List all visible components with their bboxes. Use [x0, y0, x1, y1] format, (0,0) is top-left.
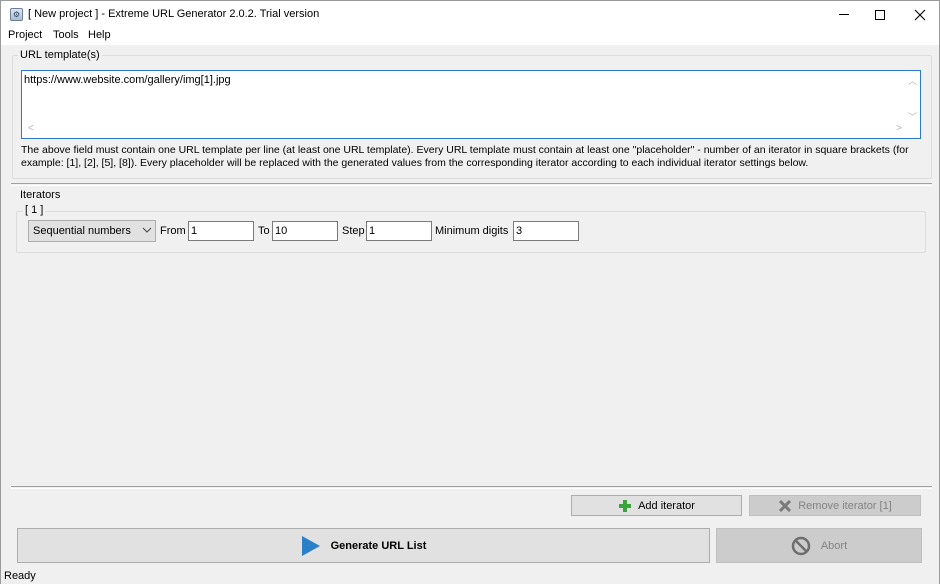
remove-x-icon: [778, 499, 792, 513]
scroll-up-icon[interactable]: ︿: [908, 74, 917, 87]
maximize-icon: [875, 9, 885, 20]
to-label: To: [258, 225, 270, 237]
generate-url-list-label: Generate URL List: [330, 539, 427, 552]
horizontal-scrollbar[interactable]: < >: [23, 123, 905, 137]
menu-tools[interactable]: Tools: [53, 29, 79, 41]
from-input[interactable]: [188, 221, 254, 241]
iterator-type-select[interactable]: Sequential numbers: [28, 220, 156, 242]
plus-icon: [618, 499, 632, 513]
minimum-digits-label: Minimum digits: [435, 225, 509, 237]
status-text: Ready: [4, 570, 36, 582]
url-templates-label: URL template(s): [18, 49, 102, 61]
bottom-divider: [11, 486, 932, 489]
menu-bar: Project Tools Help: [1, 28, 939, 45]
step-label: Step: [342, 225, 365, 237]
url-templates-help-text: The above field must contain one URL tem…: [21, 144, 909, 169]
app-window: ⚙ [ New project ] - Extreme URL Generato…: [0, 0, 940, 584]
abort-icon: [791, 536, 811, 556]
iterators-label: Iterators: [20, 189, 61, 201]
from-label: From: [160, 225, 186, 237]
chevron-down-icon: [142, 224, 152, 239]
generate-url-list-button[interactable]: Generate URL List: [17, 528, 710, 563]
panel-splitter[interactable]: [11, 183, 932, 186]
menu-help[interactable]: Help: [88, 29, 111, 41]
scroll-left-icon[interactable]: <: [28, 123, 34, 134]
url-template-value: https://www.website.com/gallery/img[1].j…: [24, 74, 231, 86]
remove-iterator-label: Remove iterator [1]: [798, 499, 892, 512]
scroll-right-icon[interactable]: >: [896, 123, 902, 134]
add-iterator-button[interactable]: Add iterator: [571, 495, 742, 516]
add-iterator-label: Add iterator: [638, 499, 695, 512]
to-input[interactable]: [272, 221, 338, 241]
play-icon: [301, 535, 321, 557]
step-input[interactable]: [366, 221, 432, 241]
menu-project[interactable]: Project: [8, 29, 42, 41]
iterator-type-value: Sequential numbers: [33, 225, 131, 237]
window-title: [ New project ] - Extreme URL Generator …: [28, 8, 320, 20]
minimize-icon: [839, 14, 849, 15]
minimum-digits-input[interactable]: [513, 221, 579, 241]
remove-iterator-button[interactable]: Remove iterator [1]: [749, 495, 921, 516]
url-templates-textarea[interactable]: https://www.website.com/gallery/img[1].j…: [21, 70, 921, 139]
vertical-scrollbar[interactable]: ︿ ﹀: [905, 72, 919, 124]
abort-label: Abort: [820, 539, 848, 552]
scroll-down-icon[interactable]: ﹀: [908, 110, 917, 123]
close-button[interactable]: [897, 1, 940, 28]
abort-button[interactable]: Abort: [716, 528, 922, 563]
iterator-number-label: [ 1 ]: [23, 204, 46, 216]
status-bar: Ready: [1, 568, 939, 584]
title-bar: ⚙ [ New project ] - Extreme URL Generato…: [1, 1, 939, 28]
app-icon: ⚙: [10, 8, 23, 21]
close-icon: [914, 9, 926, 20]
